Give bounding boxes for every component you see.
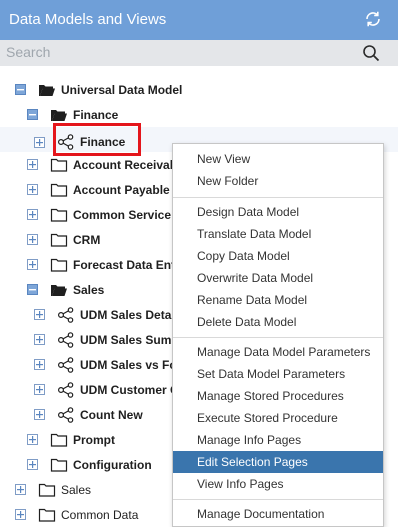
- folder-icon: [50, 258, 68, 272]
- menu-item-edit-selection-pages[interactable]: Edit Selection Pages: [173, 451, 383, 473]
- collapse-icon[interactable]: [15, 84, 26, 95]
- expand-icon[interactable]: [15, 509, 26, 520]
- collapse-icon[interactable]: [27, 109, 38, 120]
- tree-node-label: Universal Data Model: [61, 82, 183, 97]
- data-model-icon: [57, 356, 74, 373]
- tree-node-crm[interactable]: CRM: [27, 227, 100, 252]
- expand-icon[interactable]: [27, 234, 38, 245]
- menu-separator: [173, 337, 383, 338]
- context-menu: New View New Folder Design Data Model Tr…: [172, 143, 384, 527]
- expand-icon[interactable]: [34, 359, 45, 370]
- data-model-icon: [57, 406, 74, 423]
- tree-node-label: Configuration: [73, 457, 152, 472]
- tree-node-label: Account Payable: [73, 182, 170, 197]
- tree-node-count-new[interactable]: Count New: [34, 402, 143, 427]
- folder-icon: [38, 483, 56, 497]
- tree-node-udm-sales-details[interactable]: UDM Sales Details: [34, 302, 185, 327]
- menu-item-delete-data-model[interactable]: Delete Data Model: [173, 311, 383, 333]
- tree-node-label: Common Data: [61, 507, 139, 522]
- folder-icon: [50, 208, 68, 222]
- tree-node-universal-data-model[interactable]: Universal Data Model: [15, 77, 182, 102]
- expand-icon[interactable]: [34, 334, 45, 345]
- tree-node-sales[interactable]: Sales: [27, 277, 104, 302]
- menu-separator: [173, 197, 383, 198]
- folder-open-icon: [51, 284, 67, 296]
- folder-icon: [50, 458, 68, 472]
- tree-node-common-service[interactable]: Common Service: [27, 202, 171, 227]
- menu-item-design-data-model[interactable]: Design Data Model: [173, 201, 383, 223]
- tree-node-prompt[interactable]: Prompt: [27, 427, 115, 452]
- menu-item-copy-data-model[interactable]: Copy Data Model: [173, 245, 383, 267]
- tree-node-label: Finance: [73, 107, 119, 122]
- data-model-icon: [57, 306, 74, 323]
- menu-item-rename-data-model[interactable]: Rename Data Model: [173, 289, 383, 311]
- menu-item-new-folder[interactable]: New Folder: [173, 170, 383, 192]
- tree-node-label: Prompt: [73, 432, 115, 447]
- tree-node-top-sales[interactable]: Sales: [15, 477, 91, 502]
- menu-item-new-view[interactable]: New View: [173, 148, 383, 170]
- menu-item-set-parameters[interactable]: Set Data Model Parameters: [173, 363, 383, 385]
- tree-node-label: Forecast Data Entry: [73, 257, 187, 272]
- tree-node-label: Common Service: [73, 207, 172, 222]
- folder-icon: [50, 433, 68, 447]
- tree-node-common-data[interactable]: Common Data: [15, 502, 138, 527]
- expand-icon[interactable]: [27, 209, 38, 220]
- folder-open-icon: [51, 109, 67, 121]
- search-input[interactable]: Search: [6, 44, 50, 60]
- refresh-icon[interactable]: [364, 10, 382, 28]
- folder-icon: [50, 183, 68, 197]
- highlight-callout: [53, 123, 141, 156]
- tree-node-label: Sales: [61, 482, 92, 497]
- menu-item-translate-data-model[interactable]: Translate Data Model: [173, 223, 383, 245]
- expand-icon[interactable]: [27, 459, 38, 470]
- menu-separator: [173, 499, 383, 500]
- search-icon[interactable]: [362, 44, 380, 62]
- tree-node-label: CRM: [73, 232, 101, 247]
- menu-item-overwrite-data-model[interactable]: Overwrite Data Model: [173, 267, 383, 289]
- expand-icon[interactable]: [34, 136, 45, 148]
- tree-node-forecast-data-entry[interactable]: Forecast Data Entry: [27, 252, 186, 277]
- search-bar[interactable]: Search: [0, 40, 398, 66]
- expand-icon[interactable]: [27, 159, 38, 170]
- data-model-icon: [57, 331, 74, 348]
- menu-item-manage-parameters[interactable]: Manage Data Model Parameters: [173, 341, 383, 363]
- data-model-icon: [57, 381, 74, 398]
- menu-item-execute-stored-procedure[interactable]: Execute Stored Procedure: [173, 407, 383, 429]
- tree-node-label: Sales: [73, 282, 105, 297]
- tree-node-label: Account Receivable: [73, 157, 188, 172]
- menu-item-manage-documentation[interactable]: Manage Documentation: [173, 503, 383, 525]
- expand-icon[interactable]: [34, 409, 45, 420]
- tree-node-account-payable[interactable]: Account Payable: [27, 177, 170, 202]
- expand-icon[interactable]: [27, 259, 38, 270]
- tree-node-label: UDM Sales Details: [80, 307, 185, 322]
- menu-item-view-info-pages[interactable]: View Info Pages: [173, 473, 383, 495]
- panel-title: Data Models and Views: [9, 11, 167, 28]
- expand-icon[interactable]: [27, 184, 38, 195]
- folder-icon: [38, 508, 56, 522]
- folder-open-icon: [39, 84, 55, 96]
- expand-icon[interactable]: [34, 384, 45, 395]
- menu-item-manage-info-pages[interactable]: Manage Info Pages: [173, 429, 383, 451]
- expand-icon[interactable]: [34, 309, 45, 320]
- tree-node-label: Count New: [80, 407, 143, 422]
- folder-icon: [50, 233, 68, 247]
- tree-node-configuration[interactable]: Configuration: [27, 452, 152, 477]
- collapse-icon[interactable]: [27, 284, 38, 295]
- expand-icon[interactable]: [15, 484, 26, 495]
- expand-icon[interactable]: [27, 434, 38, 445]
- menu-item-manage-stored-procedures[interactable]: Manage Stored Procedures: [173, 385, 383, 407]
- panel-header: Data Models and Views: [0, 0, 398, 40]
- folder-icon: [50, 158, 68, 172]
